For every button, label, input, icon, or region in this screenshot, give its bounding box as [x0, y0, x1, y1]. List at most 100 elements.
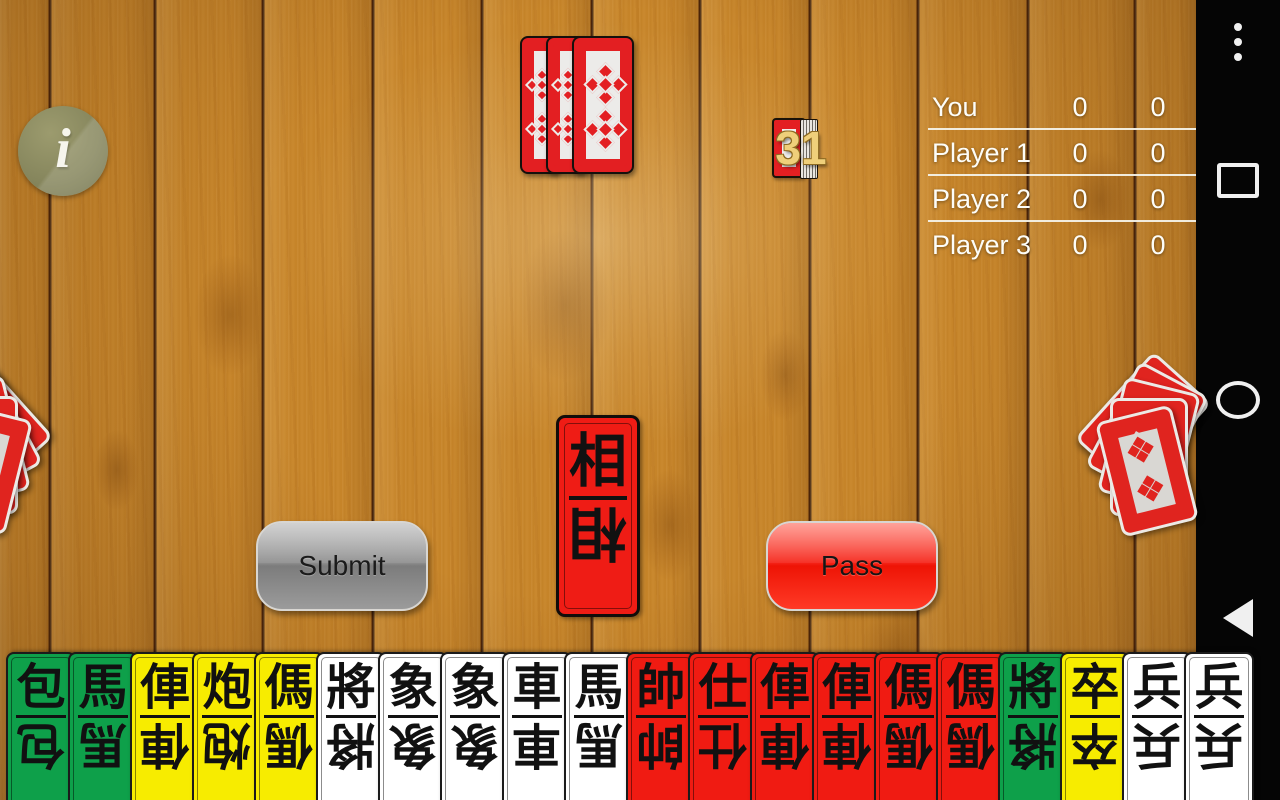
- hand-card-glyph: 象: [388, 659, 438, 716]
- hand-card-glyph: 兵: [1132, 659, 1182, 716]
- scoreboard-row: You 0 0: [928, 84, 1198, 130]
- screen: i You 0 0 Player 1 0 0 Player 2 0 0 Player 3 0 0 31…: [0, 0, 1280, 800]
- circle-glyph: [1216, 381, 1260, 419]
- hand-card[interactable]: 兵兵: [1122, 652, 1192, 800]
- wood-knot: [640, 470, 700, 580]
- recents-icon[interactable]: [1196, 152, 1280, 208]
- played-card-glyph: 相: [568, 427, 627, 495]
- home-icon[interactable]: [1196, 372, 1280, 428]
- scoreboard-player-name: You: [932, 91, 978, 122]
- wood-knot: [520, 230, 610, 380]
- submit-button-label: Submit: [298, 550, 386, 581]
- scoreboard-total: 0: [1150, 229, 1166, 260]
- hand-card[interactable]: 包包: [6, 652, 76, 800]
- hand-card-glyph: 將: [1008, 659, 1058, 716]
- dot: [1234, 53, 1242, 61]
- hand-card-glyph: 俥: [760, 659, 810, 716]
- hand-card-glyph-mirror: 兵: [1132, 716, 1182, 773]
- overflow-menu-icon[interactable]: [1196, 6, 1280, 78]
- hand-card[interactable]: 傌傌: [936, 652, 1006, 800]
- hand-card[interactable]: 炮炮: [192, 652, 262, 800]
- opponent-left-cards: [0, 349, 140, 560]
- hand-card-glyph-mirror: 象: [450, 716, 500, 773]
- hand-card-glyph-mirror: 傌: [264, 716, 314, 773]
- scoreboard-player-name: Player 2: [932, 183, 1032, 214]
- square-glyph: [1217, 162, 1259, 198]
- hand-card[interactable]: 仕仕: [688, 652, 758, 800]
- hand-card[interactable]: 俥俥: [130, 652, 200, 800]
- pass-button[interactable]: Pass: [766, 521, 938, 611]
- wood-knot: [760, 330, 810, 420]
- hand-card-glyph: 仕: [698, 659, 748, 716]
- scoreboard-score: 0: [1072, 229, 1088, 260]
- hand-card[interactable]: 傌傌: [254, 652, 324, 800]
- hand-card[interactable]: 俥俥: [812, 652, 882, 800]
- hand-card-glyph-mirror: 帥: [636, 716, 686, 773]
- scoreboard-total: 0: [1150, 137, 1166, 168]
- hand-card[interactable]: 傌傌: [874, 652, 944, 800]
- hand-card-glyph: 車: [512, 659, 562, 716]
- hand-card-glyph-mirror: 仕: [698, 716, 748, 773]
- hand-card[interactable]: 象象: [440, 652, 510, 800]
- hand-card-glyph-mirror: 將: [1008, 716, 1058, 773]
- scoreboard-row: Player 1 0 0: [928, 130, 1198, 176]
- button-shine: [18, 106, 108, 196]
- hand-card-glyph: 馬: [78, 659, 128, 716]
- hand-card-glyph: 象: [450, 659, 500, 716]
- dot: [1234, 38, 1242, 46]
- hand-card-glyph: 兵: [1194, 659, 1244, 716]
- deck-count-label: 31: [775, 122, 827, 174]
- hand-card-glyph: 包: [16, 659, 66, 716]
- hand-card[interactable]: 馬馬: [564, 652, 634, 800]
- hand-card-glyph: 傌: [264, 659, 314, 716]
- hand-card-glyph: 帥: [636, 659, 686, 716]
- deck-count-badge: 31: [770, 118, 832, 180]
- scoreboard-player-name: Player 1: [932, 137, 1032, 168]
- hand-card-glyph-mirror: 包: [16, 716, 66, 773]
- hand-card[interactable]: 俥俥: [750, 652, 820, 800]
- hand-card-glyph: 炮: [202, 659, 252, 716]
- hand-card-glyph-mirror: 俥: [140, 716, 190, 773]
- scoreboard: You 0 0 Player 1 0 0 Player 2 0 0 Player 3 0 0: [928, 84, 1198, 268]
- hand-card-glyph-mirror: 傌: [884, 716, 934, 773]
- opponent-face-down-card: [572, 36, 634, 174]
- hand-card[interactable]: 卒卒: [1060, 652, 1130, 800]
- wood-knot: [195, 255, 265, 375]
- hand-card-glyph: 將: [326, 659, 376, 716]
- hand-card[interactable]: 將將: [998, 652, 1068, 800]
- triangle-glyph: [1223, 599, 1253, 637]
- dot: [1234, 23, 1242, 31]
- back-icon[interactable]: [1196, 590, 1280, 646]
- hand-card-glyph-mirror: 馬: [78, 716, 128, 773]
- submit-button[interactable]: Submit: [256, 521, 428, 611]
- played-card-glyph-mirror: 相: [568, 499, 627, 567]
- hand-card[interactable]: 帥帥: [626, 652, 696, 800]
- hand-card-glyph: 俥: [140, 659, 190, 716]
- hand-card-glyph: 卒: [1070, 659, 1120, 716]
- hand-card-glyph-mirror: 炮: [202, 716, 252, 773]
- info-button[interactable]: i: [18, 106, 108, 196]
- hand-card-glyph-mirror: 將: [326, 716, 376, 773]
- scoreboard-total: 0: [1150, 183, 1166, 214]
- hand-card[interactable]: 兵兵: [1184, 652, 1254, 800]
- hand-card-glyph-mirror: 俥: [822, 716, 872, 773]
- scoreboard-score: 0: [1072, 183, 1088, 214]
- scoreboard-score: 0: [1072, 137, 1088, 168]
- hand-card[interactable]: 將將: [316, 652, 386, 800]
- hand-card[interactable]: 馬馬: [68, 652, 138, 800]
- hand-card-glyph-mirror: 俥: [760, 716, 810, 773]
- hand-card-glyph: 俥: [822, 659, 872, 716]
- hand-card-glyph-mirror: 卒: [1070, 716, 1120, 773]
- hand-card-glyph: 傌: [884, 659, 934, 716]
- played-card[interactable]: 相 相: [556, 415, 640, 617]
- hand-card[interactable]: 車車: [502, 652, 572, 800]
- pass-button-label: Pass: [820, 550, 884, 581]
- hand-card-glyph-mirror: 象: [388, 716, 438, 773]
- hand-card-glyph: 馬: [574, 659, 624, 716]
- hand-card-glyph-mirror: 車: [512, 716, 562, 773]
- hand-card-glyph-mirror: 馬: [574, 716, 624, 773]
- hand-card[interactable]: 象象: [378, 652, 448, 800]
- played-card-inner: 相 相: [564, 423, 632, 609]
- hand-card-glyph-mirror: 傌: [946, 716, 996, 773]
- scoreboard-row: Player 2 0 0: [928, 176, 1198, 222]
